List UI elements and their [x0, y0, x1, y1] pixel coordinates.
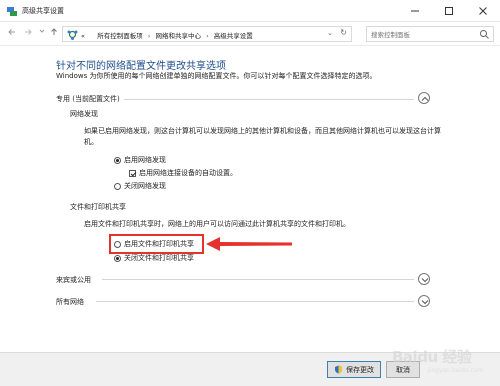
forward-button[interactable] [22, 27, 34, 41]
auto-setup-option[interactable]: 启用网络连接设备的自动设置。 [129, 168, 237, 178]
main-content: 针对不同的网络配置文件更改共享选项 Windows 为你所使用的每个网络创建单独… [0, 47, 500, 352]
file-sharing-off-option[interactable]: 关闭文件和打印机共享 [114, 253, 194, 263]
address-bar[interactable]: « 所有控制面板项 › 网络和共享中心 › 高级共享设置 ⌄ ↻ [62, 26, 352, 42]
network-sharing-icon [7, 7, 17, 16]
network-discovery-off-option[interactable]: 关闭网络发现 [114, 181, 166, 191]
radio-button[interactable] [114, 254, 121, 262]
profile-private-title[interactable]: 专用 (当前配置文件) [56, 94, 120, 104]
network-icon [67, 30, 78, 40]
close-button[interactable] [466, 0, 500, 22]
search-input[interactable] [371, 29, 477, 40]
maximize-button[interactable] [432, 0, 466, 22]
recent-dropdown[interactable] [36, 27, 48, 41]
arrow-right-icon [25, 29, 32, 35]
profile-private-toggle[interactable] [418, 92, 430, 104]
profile-all-title[interactable]: 所有网络 [56, 297, 84, 307]
profile-guest-title[interactable]: 来宾或公用 [56, 275, 91, 285]
breadcrumb: « 所有控制面板项 › 网络和共享中心 › 高级共享设置 [81, 30, 253, 40]
minimize-button[interactable] [398, 0, 432, 22]
option-label: 启用网络发现 [124, 156, 166, 164]
option-label: 关闭网络发现 [124, 182, 166, 190]
breadcrumb-overflow[interactable]: « [81, 32, 85, 40]
annotation-highlight-box [109, 234, 204, 254]
chevron-right-icon: › [206, 32, 209, 40]
navigation-bar: « 所有控制面板项 › 网络和共享中心 › 高级共享设置 ⌄ ↻ [0, 22, 500, 46]
minimize-icon [411, 10, 419, 12]
up-button[interactable] [48, 27, 60, 41]
annotation-arrow-icon [206, 237, 292, 251]
page-title: 针对不同的网络配置文件更改共享选项 [56, 61, 226, 72]
search-box[interactable] [366, 26, 494, 42]
baidu-watermark: Baidu 经验 jingyan.baidu.com [392, 340, 496, 376]
page-description: Windows 为你所使用的每个网络创建单独的网络配置文件。你可以针对每个配置文… [56, 72, 377, 80]
close-icon [479, 7, 487, 15]
chevron-down-icon [421, 300, 429, 305]
network-discovery-title: 网络发现 [70, 110, 98, 118]
window-title: 高级共享设置 [22, 7, 64, 15]
network-discovery-text: 如果已启用网络发现，则这台计算机可以发现网络上的其他计算机和设备，而且其他网络计… [84, 127, 441, 146]
profile-guest-toggle[interactable] [418, 273, 430, 285]
checkbox[interactable] [129, 169, 136, 177]
file-printer-sharing-title: 文件和打印机共享 [70, 203, 126, 211]
breadcrumb-advanced-sharing[interactable]: 高级共享设置 [214, 32, 253, 40]
radio-button[interactable] [114, 156, 121, 164]
address-dropdown-icon[interactable]: ⌄ [327, 29, 333, 37]
save-changes-button[interactable]: 保存更改 [327, 361, 381, 378]
breadcrumb-control-panel[interactable]: 所有控制面板项 [97, 32, 143, 40]
chevron-down-icon [39, 29, 45, 33]
divider [102, 279, 414, 280]
refresh-icon[interactable]: ↻ [340, 28, 347, 37]
uac-shield-icon [335, 365, 342, 374]
divider [96, 301, 414, 302]
network-discovery-on-option[interactable]: 启用网络发现 [114, 155, 166, 165]
breadcrumb-network-center[interactable]: 网络和共享中心 [155, 32, 201, 40]
arrow-left-icon [8, 29, 15, 35]
chevron-right-icon: › [147, 32, 151, 40]
chevron-up-icon [421, 96, 429, 101]
maximize-icon [445, 7, 453, 15]
option-label: 启用网络连接设备的自动设置。 [139, 169, 237, 177]
watermark-url: jingyan.baidu.com [428, 367, 484, 374]
search-icon[interactable] [479, 29, 490, 40]
title-bar: 高级共享设置 [0, 0, 500, 22]
save-label: 保存更改 [346, 365, 374, 374]
chevron-down-icon [421, 278, 429, 283]
file-printer-sharing-text: 启用文件和打印机共享时，网络上的用户可以访问通过此计算机共享的文件和打印机。 [84, 220, 350, 228]
divider [124, 99, 414, 100]
back-button[interactable] [6, 27, 18, 41]
radio-button[interactable] [114, 182, 121, 190]
profile-all-toggle[interactable] [418, 295, 430, 307]
watermark-text: Baidu 经验 [392, 348, 472, 366]
option-label: 关闭文件和打印机共享 [124, 254, 194, 262]
arrow-up-icon [51, 28, 57, 35]
